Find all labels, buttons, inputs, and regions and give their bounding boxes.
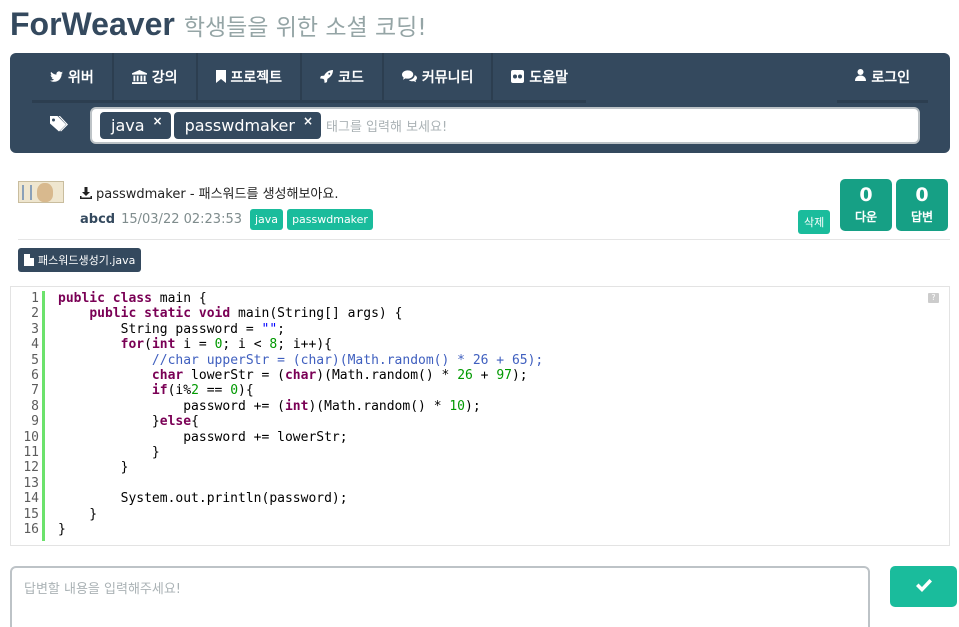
code-line: }: [58, 460, 129, 476]
line-number: 16: [23, 522, 39, 537]
tag-label: passwdmaker: [184, 116, 295, 135]
download-count-label: 다운: [854, 210, 878, 224]
code-line: public class main {: [58, 291, 207, 306]
nav-label: 도움말: [529, 69, 568, 86]
comments-icon: [401, 70, 417, 83]
code-line: char lowerStr = (char)(Math.random() * 2…: [151, 368, 528, 383]
line-number: 13: [23, 475, 39, 491]
code-line: password += (int)(Math.random() * 10);: [58, 398, 481, 414]
file-name: 패스워드생성기.java: [38, 254, 136, 267]
line-number: 14: [23, 491, 39, 507]
nav-item-projects[interactable]: 프로젝트: [197, 53, 301, 103]
tag-input-placeholder[interactable]: 태그를 입력해 보세요!: [326, 116, 447, 135]
nav-item-weaver[interactable]: 위버: [32, 53, 112, 103]
line-number: 12: [23, 460, 39, 476]
nav-item-lectures[interactable]: 강의: [113, 53, 196, 103]
tag-input[interactable]: java × passwdmaker × 태그를 입력해 보세요!: [90, 107, 920, 144]
remove-tag-icon[interactable]: ×: [153, 114, 163, 128]
code-line: //char upperStr = (char)(Math.random() *…: [151, 352, 544, 368]
code-line: for(int i = 0; i < 8; i++){: [120, 337, 332, 353]
line-number: 11: [23, 445, 39, 460]
post-tag-chip[interactable]: java: [250, 209, 284, 230]
code-line: System.out.println(password);: [58, 491, 348, 507]
twitter-icon: [50, 70, 63, 83]
answer-textarea[interactable]: 답변할 내용을 입력해주세요!: [10, 566, 870, 627]
line-number: 2: [31, 306, 39, 322]
tags-icon: [50, 116, 68, 134]
line-number: 5: [31, 352, 39, 368]
file-icon: [24, 254, 34, 266]
avatar-detail: [22, 185, 32, 200]
post-author[interactable]: abcd: [80, 212, 115, 227]
line-number: 10: [23, 429, 39, 445]
code-viewer: ? 1 public class main { 2 public static vo…: [10, 286, 950, 546]
tag-label: java: [111, 116, 145, 135]
answer-counter[interactable]: 0 답변: [896, 179, 948, 231]
line-number: 4: [31, 337, 39, 353]
line-number: 8: [31, 398, 39, 414]
user-icon: [855, 68, 867, 85]
download-icon: [80, 186, 92, 199]
code-line: }else{: [58, 414, 199, 430]
login-button[interactable]: 로그인: [837, 53, 928, 103]
rocket-icon: [320, 70, 334, 83]
site-tagline: 학생들을 위한 소셜 코딩!: [183, 15, 427, 41]
avatar[interactable]: [18, 181, 64, 203]
nav-label: 강의: [151, 69, 178, 86]
line-number: 1: [31, 291, 39, 306]
line-number: 7: [31, 383, 39, 399]
tag-pill: java ×: [100, 112, 171, 139]
nav-item-community[interactable]: 커뮤니티: [383, 53, 492, 103]
line-number: 9: [31, 414, 39, 430]
code-line: }: [58, 445, 160, 460]
line-number: 3: [31, 321, 39, 337]
file-tab[interactable]: 패스워드생성기.java: [18, 248, 142, 272]
bookmark-icon: [215, 70, 226, 83]
post-tag-chip[interactable]: passwdmaker: [287, 209, 373, 230]
check-icon: [915, 577, 932, 596]
answer-count-label: 답변: [910, 210, 934, 224]
download-counter[interactable]: 0 다운: [840, 179, 892, 231]
post-title[interactable]: passwdmaker - 패스워드를 생성해보아요.: [80, 183, 338, 202]
nav-label: 프로젝트: [230, 69, 283, 86]
post-date: 15/03/22 02:23:53: [121, 212, 242, 227]
login-label: 로그인: [871, 69, 910, 86]
nav-menu: 위버 강의 프로젝트 코드 커뮤니티 도움말: [32, 53, 586, 103]
section-divider: [18, 239, 950, 240]
submit-answer-button[interactable]: [890, 566, 957, 607]
help-button[interactable]: ?: [928, 293, 939, 303]
nav-item-help[interactable]: 도움말: [493, 53, 586, 103]
code-line: }: [58, 506, 98, 522]
site-header: ForWeaver 학생들을 위한 소셜 코딩!: [10, 6, 427, 46]
line-number: 6: [31, 368, 39, 383]
tag-pill: passwdmaker ×: [173, 112, 322, 139]
nav-label: 코드: [338, 69, 364, 86]
bank-icon: [131, 69, 147, 84]
answer-placeholder: 답변할 내용을 입력해주세요!: [24, 582, 181, 597]
remove-tag-icon[interactable]: ×: [303, 114, 313, 128]
code-line: String password = "";: [58, 321, 285, 337]
brand-logo[interactable]: ForWeaver: [10, 6, 175, 43]
nav-label: 위버: [68, 69, 94, 86]
code-line: public static void main(String[] args) {: [89, 306, 403, 322]
line-number: 15: [23, 506, 39, 522]
code-line: password += lowerStr;: [58, 429, 348, 445]
nav-label: 커뮤니티: [421, 69, 474, 86]
post-meta: abcd 15/03/22 02:23:53 java passwdmaker: [80, 209, 377, 230]
answer-count: 0: [915, 184, 929, 206]
avatar-face: [37, 183, 53, 202]
download-count: 0: [859, 184, 873, 206]
main-navbar: 위버 강의 프로젝트 코드 커뮤니티 도움말 로그인 java × passwd…: [10, 53, 950, 153]
nav-item-code[interactable]: 코드: [302, 53, 382, 103]
flickr-icon: [511, 70, 525, 83]
code-line: }: [58, 522, 66, 537]
code-line: if(i%2 == 0){: [151, 383, 254, 399]
post-title-text: passwdmaker - 패스워드를 생성해보아요.: [96, 187, 339, 202]
delete-button[interactable]: 삭제: [798, 210, 831, 234]
